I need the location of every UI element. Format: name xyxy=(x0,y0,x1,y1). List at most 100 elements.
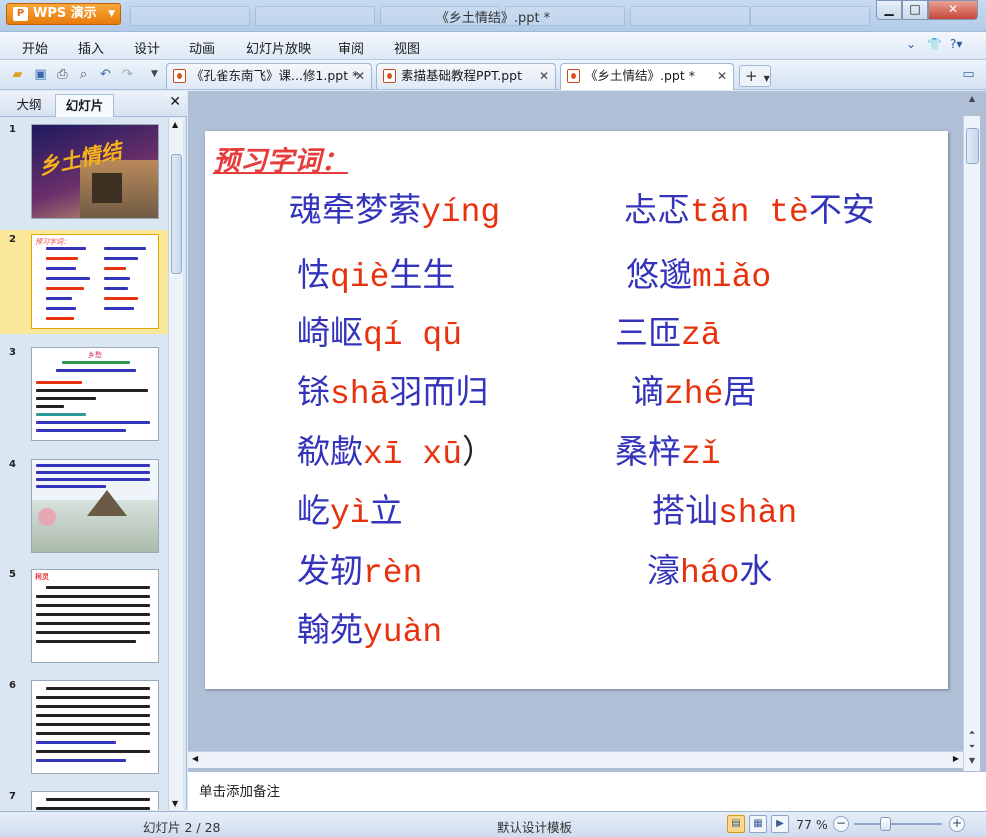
close-tab-icon[interactable]: ✕ xyxy=(355,64,365,88)
scroll-left-icon[interactable]: ◀ xyxy=(192,754,198,763)
slide-thumbnail-7[interactable]: 7 xyxy=(0,791,168,810)
mini-text-line xyxy=(36,405,64,408)
notes-pane[interactable]: 单击添加备注 xyxy=(188,771,986,811)
zoom-in-icon[interactable]: + xyxy=(949,816,965,832)
doc-tab-label: 素描基础教程PPT.ppt xyxy=(401,68,522,83)
vocab-yili[interactable]: 屹yì立 xyxy=(297,484,403,532)
menu-design[interactable]: 设计 xyxy=(134,38,160,57)
menu-insert[interactable]: 插入 xyxy=(78,38,104,57)
vocab-hunqian[interactable]: 魂牵梦萦yíng xyxy=(289,183,500,231)
maximize-button[interactable]: □ xyxy=(902,0,928,20)
slide-thumbnail-1[interactable]: 1 乡土情结 xyxy=(0,124,168,224)
undo-icon[interactable]: ↶ xyxy=(97,66,114,83)
mini-text-line xyxy=(36,471,150,474)
slide-thumbnail-2[interactable]: 2 预习字词： xyxy=(0,230,168,334)
scroll-up-icon[interactable]: ▲ xyxy=(964,94,980,103)
vocab-sangzi[interactable]: 桑梓zǐ xyxy=(615,425,721,473)
slide-thumbnail-3[interactable]: 3 乡愁 xyxy=(0,347,168,447)
slide-thumbnail-6[interactable]: 6 xyxy=(0,680,168,780)
slide-scroll-thumb[interactable] xyxy=(966,128,979,164)
panel-scrollbar[interactable]: ▲ ▼ xyxy=(168,118,183,810)
mini-text-line xyxy=(36,714,150,717)
slide-thumbnail-5[interactable]: 5 柯灵 xyxy=(0,569,168,669)
notes-placeholder[interactable]: 单击添加备注 xyxy=(199,780,280,800)
scroll-right-icon[interactable]: ▶ xyxy=(953,754,959,763)
menu-animation[interactable]: 动画 xyxy=(189,38,215,57)
close-button[interactable]: ✕ xyxy=(928,0,978,20)
scroll-up-icon[interactable]: ▲ xyxy=(172,120,178,129)
window-layout-icon[interactable]: ▭ xyxy=(960,66,977,83)
vocab-faren[interactable]: 发轫rèn xyxy=(297,544,422,592)
vocab-chars: 悠邈 xyxy=(626,255,692,294)
mini-text-line xyxy=(104,297,138,300)
vocab-dashan[interactable]: 搭讪shàn xyxy=(652,484,797,532)
new-tab-button[interactable]: + ▼ xyxy=(739,65,771,87)
slide-horizontal-scrollbar[interactable]: ◀ ▶ xyxy=(188,751,963,768)
vocab-sanza[interactable]: 三匝zā xyxy=(615,306,721,354)
mini-text-line xyxy=(36,631,150,634)
normal-view-icon[interactable]: ▤ xyxy=(727,815,745,833)
close-tab-icon[interactable]: ✕ xyxy=(717,64,727,88)
close-tab-icon[interactable]: ✕ xyxy=(539,64,549,88)
tab-outline[interactable]: 大纲 xyxy=(8,94,50,117)
slideshow-view-icon[interactable]: ▶ xyxy=(771,815,789,833)
previous-slide-icon[interactable]: ⏶ xyxy=(964,728,980,738)
doc-tab-sumiao[interactable]: 素描基础教程PPT.ppt ✕ xyxy=(376,63,556,89)
vocab-zheju[interactable]: 谪zhé居 xyxy=(631,365,756,413)
vocab-chars: 忐忑 xyxy=(624,190,690,229)
collapse-ribbon-icon[interactable]: ⌄ xyxy=(906,37,916,51)
print-preview-icon[interactable]: ⌕ xyxy=(75,66,92,83)
vocab-hanyuan[interactable]: 翰苑yuàn xyxy=(297,603,442,651)
vocab-pinyin: shàn xyxy=(718,495,798,532)
vocab-haoshui[interactable]: 濠háo水 xyxy=(647,544,772,592)
minimize-button[interactable]: ▁ xyxy=(876,0,902,20)
tab-slides[interactable]: 幻灯片 xyxy=(55,94,114,117)
scroll-down-icon[interactable]: ▼ xyxy=(172,799,178,808)
scroll-down-icon[interactable]: ▼ xyxy=(964,756,980,765)
vocab-chars: 濠 xyxy=(647,551,680,590)
vocab-shayu[interactable]: 铩shā羽而归 xyxy=(297,365,488,413)
slide-sorter-view-icon[interactable]: ▦ xyxy=(749,815,767,833)
vocab-pinyin: háo xyxy=(680,555,740,592)
customize-dropdown-icon[interactable]: ▼ xyxy=(146,66,163,83)
current-slide[interactable]: 预习字词： 魂牵梦萦yíng 忐忑tǎn tè不安 怯qiè生生 悠邈miǎo … xyxy=(205,131,948,689)
doc-tab-xiangtu[interactable]: 《乡土情结》.ppt * ✕ xyxy=(560,63,734,90)
close-panel-icon[interactable]: ✕ xyxy=(169,94,181,110)
doc-tab-label: 《孔雀东南飞》课...修1.ppt * xyxy=(191,68,359,83)
slide-thumbnail-4[interactable]: 4 xyxy=(0,459,168,559)
zoom-slider-thumb[interactable] xyxy=(880,817,891,831)
menu-start[interactable]: 开始 xyxy=(22,38,48,57)
vocab-chars: 魂牵梦萦 xyxy=(289,190,421,229)
save-icon[interactable]: ▣ xyxy=(32,66,49,83)
slide-vertical-scrollbar[interactable]: ▲ ⏶ ⏷ ▼ xyxy=(963,94,980,771)
ppt-file-icon xyxy=(567,69,580,83)
slide-preview: 乡愁 xyxy=(31,347,159,441)
help-icon[interactable]: ?▾ xyxy=(950,37,962,51)
redo-icon[interactable]: ↷ xyxy=(119,66,136,83)
mini-text-line xyxy=(36,807,150,810)
mini-text-line xyxy=(46,798,150,801)
menu-review[interactable]: 审阅 xyxy=(338,38,364,57)
zoom-out-icon[interactable]: − xyxy=(833,816,849,832)
menu-view[interactable]: 视图 xyxy=(394,38,420,57)
mini-text-line xyxy=(46,297,72,300)
open-folder-icon[interactable]: ▰ xyxy=(9,66,26,83)
vocab-qie[interactable]: 怯qiè生生 xyxy=(297,248,455,296)
slide-preview xyxy=(31,791,159,810)
doc-tab-kongque[interactable]: 《孔雀东南飞》课...修1.ppt * ✕ xyxy=(166,63,372,89)
zoom-slider-track[interactable] xyxy=(854,823,942,825)
vocab-youmiao[interactable]: 悠邈miǎo xyxy=(626,248,771,296)
vocab-qiqu[interactable]: 崎岖qí qū xyxy=(297,306,462,354)
vocab-xixu[interactable]: 欷歔xī xū） xyxy=(297,425,495,473)
slide-counter: 幻灯片 2 / 28 xyxy=(143,820,221,835)
skin-shirt-icon[interactable]: 👕 xyxy=(927,37,942,51)
menu-slideshow[interactable]: 幻灯片放映 xyxy=(246,38,311,57)
slide-5-title: 柯灵 xyxy=(35,573,49,581)
next-slide-icon[interactable]: ⏷ xyxy=(964,742,980,752)
vocab-pinyin: rèn xyxy=(363,555,423,592)
slide-heading[interactable]: 预习字词： xyxy=(213,139,348,178)
print-icon[interactable]: ⎙ xyxy=(54,66,71,83)
panel-scroll-thumb[interactable] xyxy=(171,154,182,274)
vocab-tante[interactable]: 忐忑tǎn tè不安 xyxy=(624,183,875,231)
vocab-pinyin: zā xyxy=(681,317,721,354)
